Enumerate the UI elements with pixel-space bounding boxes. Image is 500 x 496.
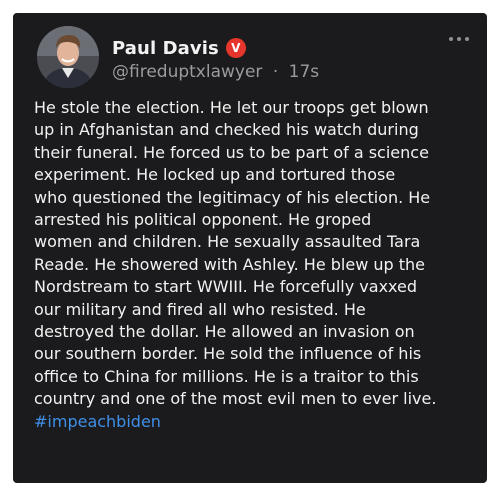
more-dot	[457, 37, 461, 41]
post-text-line: who questioned the legitimacy of his ele…	[34, 187, 431, 207]
meta-separator: ·	[272, 62, 279, 82]
hashtag-link[interactable]: #impeachbiden	[34, 411, 474, 433]
author-name-row: Paul Davis V	[112, 36, 246, 60]
author-handle[interactable]: @fireduptxlawyer	[112, 62, 262, 82]
post-text-line: women and children. He sexually assaulte…	[34, 232, 421, 252]
post-timestamp[interactable]: 17s	[289, 62, 320, 82]
post-card: Paul Davis V @fireduptxlawyer · 17s He s…	[13, 13, 487, 483]
post-text-line: our southern border. He sold the influen…	[34, 344, 422, 364]
post-text-line: office to China for millions. He is a tr…	[34, 366, 419, 386]
post-text-line: their funeral. He forced us to be part o…	[34, 142, 429, 162]
post-text-line: Reade. He showered with Ashley. He blew …	[34, 254, 426, 274]
post-text-line: He stole the election. He let our troops…	[34, 98, 429, 117]
post-text-line: Nordstream to start WWIII. He forcefully…	[34, 277, 418, 297]
post-text-line: experiment. He locked up and tortured th…	[34, 165, 396, 185]
more-dot	[449, 37, 453, 41]
post-text-line: destroyed the dollar. He allowed an inva…	[34, 322, 415, 342]
more-dot	[465, 37, 469, 41]
post-text-line: arrested his political opponent. He grop…	[34, 210, 372, 230]
post-text-line: up in Afghanistan and checked his watch …	[34, 120, 419, 140]
avatar[interactable]	[37, 26, 99, 88]
post-text-line: our military and fired all who resisted.…	[34, 299, 366, 319]
author-display-name[interactable]: Paul Davis	[112, 38, 219, 59]
more-options-icon[interactable]	[449, 30, 469, 48]
profile-photo	[37, 26, 99, 88]
post-text-line: country and one of the most evil men to …	[34, 389, 437, 409]
v-badge-icon: V	[225, 38, 246, 58]
author-meta: @fireduptxlawyer · 17s	[112, 62, 319, 82]
post-text: He stole the election. He let our troops…	[34, 97, 474, 433]
